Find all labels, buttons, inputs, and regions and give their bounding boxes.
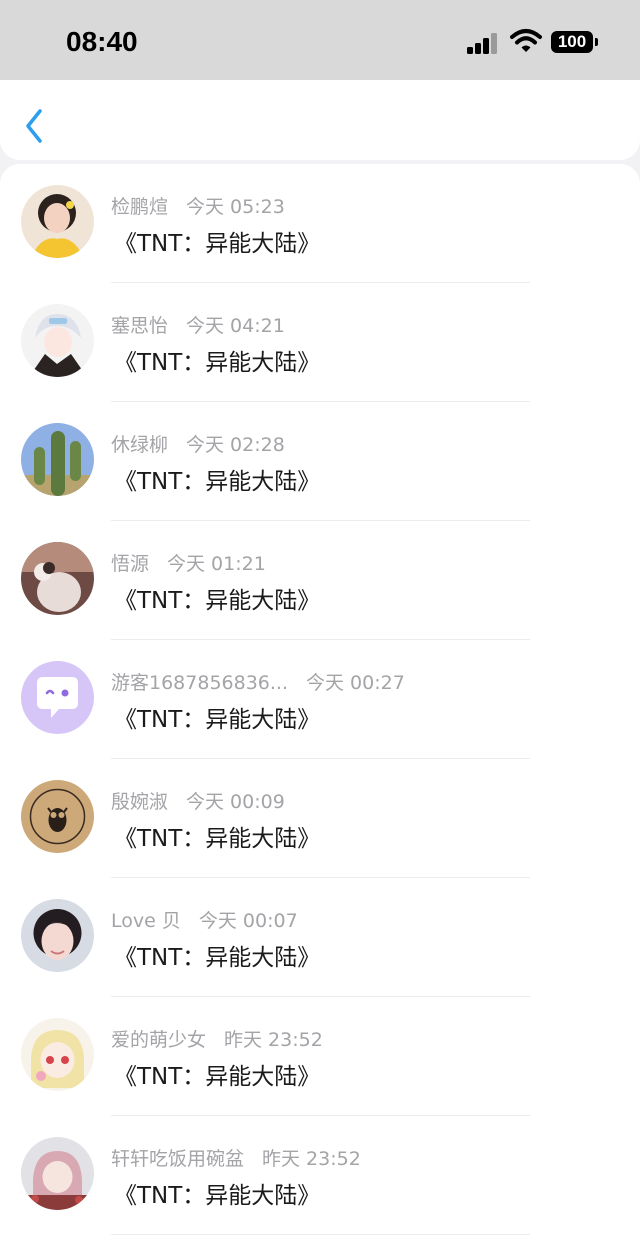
- chevron-left-icon: [26, 109, 42, 143]
- divider: [111, 1234, 530, 1235]
- item-title: 《TNT：异能大陆》: [114, 588, 321, 614]
- avatar: [21, 1018, 94, 1091]
- timestamp: 昨天 23:52: [262, 1148, 361, 1170]
- item-title: 《TNT：异能大陆》: [114, 945, 321, 971]
- item-title: 《TNT：异能大陆》: [114, 1064, 321, 1090]
- avatar: [21, 661, 94, 734]
- battery-tip-icon: [595, 38, 598, 46]
- item-meta: 塞思怡 今天 04:21: [111, 311, 285, 338]
- item-title: 《TNT：异能大陆》: [114, 826, 321, 852]
- list-item[interactable]: 爱的萌少女 昨天 23:52 《TNT：异能大陆》: [0, 997, 640, 1116]
- user-name: 殷婉淑: [111, 791, 169, 813]
- avatar: [21, 542, 94, 615]
- avatar: [21, 185, 94, 258]
- item-meta: 爱的萌少女 昨天 23:52: [111, 1025, 323, 1052]
- battery-indicator: 100: [551, 31, 593, 53]
- timestamp: 今天 00:07: [198, 910, 298, 932]
- wifi-icon: [510, 28, 542, 54]
- item-title: 《TNT：异能大陆》: [114, 469, 321, 495]
- user-name: Love 贝: [111, 910, 181, 932]
- list-item[interactable]: 轩轩吃饭用碗盆 昨天 23:52 《TNT：异能大陆》: [0, 1116, 640, 1235]
- avatar: [21, 304, 94, 377]
- chat-bubble-icon: [21, 661, 94, 734]
- item-meta: 检鹏煊 今天 05:23: [111, 192, 285, 219]
- timestamp: 今天 01:21: [167, 553, 266, 575]
- user-name: 检鹏煊: [111, 196, 169, 218]
- back-button[interactable]: [18, 106, 52, 146]
- user-name: 游客1687856836...: [111, 672, 289, 694]
- nav-bar: [0, 80, 640, 160]
- avatar: [21, 780, 94, 853]
- timestamp: 今天 00:27: [306, 672, 405, 694]
- list-item[interactable]: 殷婉淑 今天 00:09 《TNT：异能大陆》: [0, 759, 640, 878]
- list-item[interactable]: 游客1687856836... 今天 00:27 《TNT：异能大陆》: [0, 640, 640, 759]
- user-name: 爱的萌少女: [111, 1029, 207, 1051]
- item-meta: 悟源 今天 01:21: [111, 549, 266, 576]
- list-item[interactable]: 塞思怡 今天 04:21 《TNT：异能大陆》: [0, 283, 640, 402]
- avatar: [21, 423, 94, 496]
- timestamp: 昨天 23:52: [224, 1029, 323, 1051]
- user-name: 休绿柳: [111, 434, 169, 456]
- owl-logo-icon: [21, 780, 94, 853]
- item-meta: 休绿柳 今天 02:28: [111, 430, 285, 457]
- record-list: 检鹏煊 今天 05:23 《TNT：异能大陆》 塞思怡 今天 04:21 《TNT：…: [0, 164, 640, 1247]
- status-time: 08:40: [66, 26, 138, 57]
- list-item[interactable]: 休绿柳 今天 02:28 《TNT：异能大陆》: [0, 402, 640, 521]
- item-meta: Love 贝今天 00:07: [111, 906, 298, 933]
- item-meta: 游客1687856836... 今天 00:27: [111, 668, 405, 695]
- cellular-signal-icon: [466, 32, 500, 54]
- status-bar: 08:40 100: [0, 0, 640, 80]
- list-item[interactable]: 悟源 今天 01:21 《TNT：异能大陆》: [0, 521, 640, 640]
- user-name: 悟源: [111, 553, 150, 575]
- avatar: [21, 899, 94, 972]
- item-meta: 殷婉淑 今天 00:09: [111, 787, 285, 814]
- item-meta: 轩轩吃饭用碗盆 昨天 23:52: [111, 1144, 361, 1171]
- list-item[interactable]: Love 贝今天 00:07 《TNT：异能大陆》: [0, 878, 640, 997]
- list-item[interactable]: 检鹏煊 今天 05:23 《TNT：异能大陆》: [0, 164, 640, 283]
- item-title: 《TNT：异能大陆》: [114, 707, 321, 733]
- user-name: 轩轩吃饭用碗盆: [111, 1148, 245, 1170]
- timestamp: 今天 05:23: [186, 196, 285, 218]
- item-title: 《TNT：异能大陆》: [114, 1183, 321, 1209]
- item-title: 《TNT：异能大陆》: [114, 350, 321, 376]
- user-name: 塞思怡: [111, 315, 169, 337]
- item-title: 《TNT：异能大陆》: [114, 231, 321, 257]
- timestamp: 今天 02:28: [186, 434, 285, 456]
- timestamp: 今天 00:09: [186, 791, 285, 813]
- timestamp: 今天 04:21: [186, 315, 285, 337]
- avatar: [21, 1137, 94, 1210]
